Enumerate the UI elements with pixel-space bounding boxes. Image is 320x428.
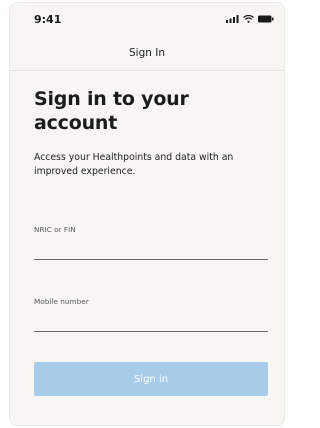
status-time: 9:41 <box>34 13 62 26</box>
status-bar: 9:41 <box>10 3 284 35</box>
nric-label: NRIC or FIN <box>34 225 76 234</box>
nric-field[interactable] <box>34 242 268 264</box>
battery-icon <box>258 15 274 23</box>
wifi-icon <box>243 15 254 23</box>
sign-in-button[interactable]: Sign in <box>34 362 268 396</box>
nav-bar: Sign In <box>10 37 284 71</box>
mobile-input[interactable] <box>34 318 268 336</box>
mobile-label: Mobile number <box>34 297 89 306</box>
phone-screen: 9:41 Sign In Sign in to your account Acc… <box>9 2 285 426</box>
page-subtitle: Access your Healthpoints and data with a… <box>34 152 234 177</box>
signal-icon <box>226 15 239 23</box>
nav-title: Sign In <box>129 47 165 59</box>
mobile-field[interactable] <box>34 314 268 336</box>
page-heading: Sign in to your account <box>34 88 189 134</box>
nric-input[interactable] <box>34 246 268 264</box>
status-icons <box>226 15 274 23</box>
